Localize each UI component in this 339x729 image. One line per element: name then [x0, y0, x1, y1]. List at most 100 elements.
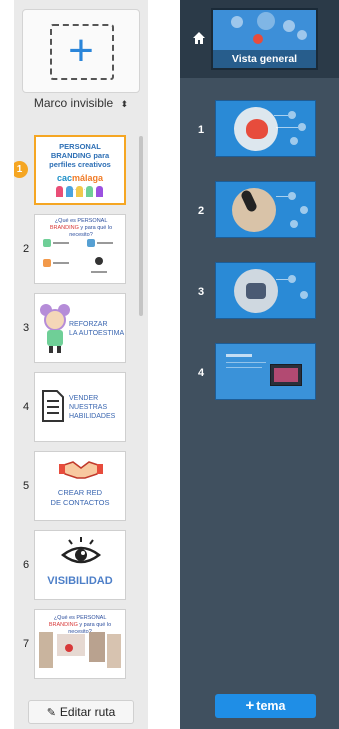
slide-item-6[interactable]: 6 VISIBILIDAD: [14, 530, 136, 602]
connector-line: [274, 115, 288, 116]
bubble-shape: [290, 137, 298, 145]
slide-thumbnail: REFORZAR LA AUTOESTIMA: [34, 293, 126, 363]
slide-text-line: VENDER: [69, 395, 99, 402]
topics-panel: Vista general 1 2 3 4 + tema: [180, 0, 339, 729]
slide-item-7[interactable]: 7 ¿Qué es PERSONAL BRANDING y para qué l…: [14, 609, 136, 681]
handshake-icon: [59, 461, 103, 479]
text-line: [226, 354, 252, 357]
slide-item-5[interactable]: 5 CREAR RED DE CONTACTOS: [14, 451, 136, 523]
slide-text: VISIBILIDAD: [47, 575, 113, 587]
topic-thumbnail: [215, 181, 316, 238]
slide-thumbnail: CREAR RED DE CONTACTOS: [34, 451, 126, 521]
topic-item-1[interactable]: 1: [180, 100, 339, 160]
slide-title: ¿Qué es PERSONAL BRANDING y para qué lo …: [43, 218, 119, 239]
title-highlight: BRANDING: [48, 622, 78, 628]
text-line: [97, 242, 113, 244]
slide-item-4[interactable]: 4 VENDER NUESTRAS HABILIDADES: [14, 372, 136, 444]
text-line: [53, 242, 69, 244]
connector-line: [276, 279, 288, 280]
slide-text-line: NUESTRAS: [69, 404, 108, 411]
hand-graphic: [246, 119, 268, 139]
slide-number: 3: [22, 322, 30, 334]
bubble-shape: [288, 111, 296, 119]
slide-thumbnail: VISIBILIDAD: [34, 530, 126, 600]
topic-item-2[interactable]: 2: [180, 181, 339, 241]
slide-item-2[interactable]: 2 ¿Qué es PERSONAL BRANDING y para qué l…: [14, 214, 136, 286]
edit-route-button[interactable]: ✎ Editar ruta: [28, 700, 134, 724]
title-highlight: BRANDING: [49, 225, 79, 231]
topic-thumbnail: [215, 262, 316, 319]
eye-icon: [61, 537, 101, 564]
logo: cacmálaga: [36, 173, 124, 183]
kid-figure-icon: [66, 186, 73, 197]
slide-text: REFORZAR LA AUTOESTIMA: [69, 320, 124, 338]
laptop-screen: [274, 368, 298, 382]
topic-number: 1: [198, 124, 205, 136]
logo-prefix: cac: [56, 173, 72, 183]
overview-label: Vista general: [213, 50, 316, 68]
slide-text-line: DE CONTACTOS: [50, 498, 110, 507]
slide-list: PERSONAL BRANDING para perfiles creativo…: [14, 124, 148, 684]
slide-text: CREAR RED DE CONTACTOS: [35, 488, 125, 508]
topic-number: 4: [198, 367, 205, 379]
add-topic-button[interactable]: + tema: [215, 694, 316, 718]
slide-thumbnail: ¿Qué es PERSONAL BRANDING y para qué lo …: [34, 214, 126, 284]
slide-thumbnail: ¿Qué es PERSONAL BRANDING y para qué lo …: [34, 609, 126, 679]
topic-number: 2: [198, 205, 205, 217]
kid-figure-icon: [56, 186, 63, 197]
slide-list-scrollbar[interactable]: [139, 136, 143, 316]
slide-number: 5: [22, 480, 30, 492]
photo-image: [107, 634, 121, 668]
kid-figure-icon: [86, 186, 93, 197]
logo-suffix: málaga: [72, 173, 104, 183]
bubble-shape: [300, 291, 308, 299]
plus-icon: +: [68, 26, 94, 75]
slide-number: 7: [22, 638, 30, 650]
edit-route-label: Editar ruta: [59, 705, 116, 719]
bubble-shape: [288, 192, 296, 200]
frame-type-value: Marco invisible: [33, 96, 114, 110]
photo-image: [65, 644, 73, 652]
bubble-shape: [283, 20, 295, 32]
kid-figure-icon: [76, 186, 83, 197]
slide-text-line: HABILIDADES: [69, 413, 116, 420]
photo-image: [39, 632, 53, 668]
slide-text: VENDER NUESTRAS HABILIDADES: [69, 394, 115, 421]
bubble-shape: [298, 123, 306, 131]
overview-thumbnail[interactable]: Vista general: [211, 8, 318, 70]
slide-number: 6: [22, 559, 30, 571]
topic-item-3[interactable]: 3: [180, 262, 339, 322]
bubble-shape: [290, 220, 298, 228]
select-arrows-icon: ⬍: [120, 99, 129, 109]
gamepad-graphic: [246, 283, 266, 299]
person-icon: [87, 239, 95, 247]
slide-number: 2: [22, 243, 30, 255]
photo-image: [89, 632, 105, 662]
plus-icon: +: [245, 697, 255, 714]
add-topic-label: tema: [256, 699, 286, 713]
slide-thumbnail: VENDER NUESTRAS HABILIDADES: [34, 372, 126, 442]
topic-number: 3: [198, 286, 205, 298]
handshake-icon: [43, 259, 51, 267]
text-line: [226, 367, 262, 368]
slide-text-line: CREAR RED: [57, 488, 103, 497]
slide-text-line: REFORZAR: [69, 321, 108, 328]
home-icon[interactable]: [193, 32, 205, 44]
text-line: [226, 362, 266, 363]
current-slide-badge: 1: [14, 161, 28, 178]
add-frame-button[interactable]: +: [22, 9, 140, 93]
topic-item-4[interactable]: 4: [180, 343, 339, 403]
slide-thumbnail: PERSONAL BRANDING para perfiles creativo…: [34, 135, 126, 205]
title-prefix: ¿Qué es PERSONAL: [54, 218, 108, 224]
text-line: [91, 271, 107, 273]
bubble-shape: [231, 16, 243, 28]
slide-item-1[interactable]: PERSONAL BRANDING para perfiles creativo…: [14, 135, 136, 207]
overview-header: Vista general: [180, 0, 339, 78]
topic-thumbnail: [215, 100, 316, 157]
eye-icon: [95, 257, 103, 265]
slide-item-3[interactable]: 3 REFORZAR LA AUTOESTIMA: [14, 293, 136, 365]
slide-text-line: LA AUTOESTIMA: [69, 330, 125, 337]
topic-thumbnail: [215, 343, 316, 400]
frame-type-select[interactable]: Marco invisible ⬍: [22, 93, 140, 113]
bubble-shape: [300, 206, 308, 214]
